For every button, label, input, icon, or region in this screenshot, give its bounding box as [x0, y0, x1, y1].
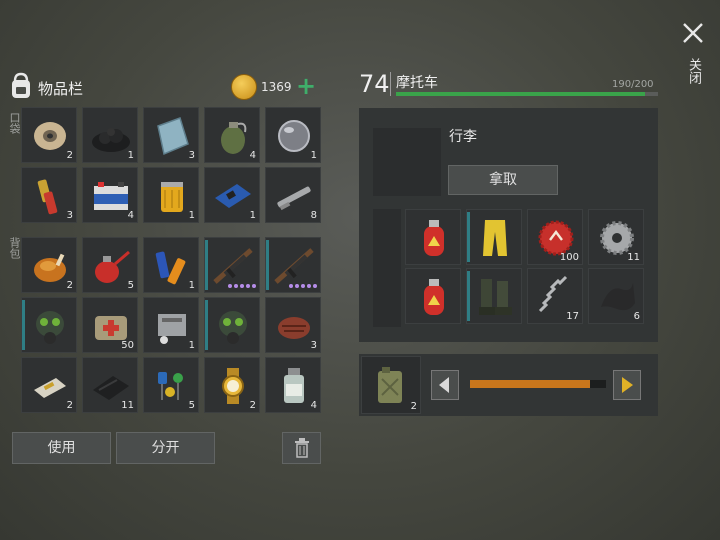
- wire-spool-icon: [34, 122, 66, 150]
- gas-canister-icon: [424, 279, 444, 315]
- vehicle-name: 摩托车: [396, 75, 438, 91]
- split-button[interactable]: 分开: [116, 432, 215, 464]
- aa-batteries-icon: [155, 251, 186, 285]
- soap-bar-icon: [34, 378, 66, 398]
- discard-button[interactable]: [282, 432, 321, 464]
- metal-sheet-icon: [157, 117, 189, 156]
- gas-canister-icon: [424, 220, 444, 256]
- pocket-slot-grenade[interactable]: 4: [204, 107, 260, 163]
- gold-watch-icon: [222, 368, 244, 404]
- lens-icon: [278, 120, 310, 152]
- pocket-slot-lens[interactable]: 1: [265, 107, 321, 163]
- circuit-board-icon: [215, 184, 251, 208]
- luggage-slot-gear[interactable]: 11: [588, 209, 644, 265]
- bag-slot-soap[interactable]: 2: [21, 357, 77, 413]
- upgrade-dots: [289, 284, 317, 288]
- bag-slot-watch[interactable]: 2: [204, 357, 260, 413]
- luggage-side-strip: [373, 209, 401, 327]
- luggage-preview: [373, 128, 441, 196]
- bag-slot-gas-mask-2[interactable]: [204, 297, 260, 353]
- luggage-slot-spring[interactable]: 17: [527, 268, 583, 324]
- bag-slot-roast-chicken[interactable]: 2: [21, 237, 77, 293]
- coin-count: 1369: [261, 80, 292, 94]
- bag-slot-gas-mask-1[interactable]: [21, 297, 77, 353]
- add-coins-button[interactable]: +: [296, 72, 316, 100]
- pocket-label: 口袋: [8, 112, 21, 134]
- trash-icon: [294, 438, 309, 458]
- slider-decrease-button[interactable]: [431, 370, 459, 400]
- medicine-bottle-icon: [284, 368, 304, 403]
- rubber-boots-icon: [479, 279, 512, 315]
- luggage-slot-boots[interactable]: [466, 268, 522, 324]
- pocket-slot-shotgun-shells[interactable]: 3: [21, 167, 77, 223]
- car-battery-icon: [94, 182, 128, 210]
- bag-slot-medkit[interactable]: 50: [82, 297, 138, 353]
- oil-filter-icon: [161, 182, 183, 212]
- arrow-left-icon: [439, 377, 449, 393]
- fuel-slider-track[interactable]: [470, 380, 606, 388]
- pocket-slot-coal[interactable]: 1: [82, 107, 138, 163]
- yellow-pants-icon: [483, 220, 507, 256]
- pocket-slot-pipe[interactable]: 8: [265, 167, 321, 223]
- gas-mask-icon: [219, 311, 247, 344]
- fuel-slider-fill: [470, 380, 590, 388]
- use-button[interactable]: 使用: [12, 432, 111, 464]
- shells-icon: [37, 179, 58, 215]
- gas-mask-icon: [36, 311, 64, 344]
- jerry-can-icon: [378, 367, 402, 403]
- pipe-icon: [277, 186, 311, 211]
- vehicle-capacity: 190/200: [612, 79, 654, 90]
- bag-slot-rifle-1[interactable]: [204, 237, 260, 293]
- grenade-icon: [221, 122, 247, 154]
- electronic-components-icon: [158, 372, 183, 400]
- upgrade-dots: [228, 284, 256, 288]
- pocket-slot-battery[interactable]: 4: [82, 167, 138, 223]
- coin-icon: [231, 74, 257, 100]
- capacity-bar-fill: [396, 92, 645, 96]
- bag-slot-batteries[interactable]: 1: [143, 237, 199, 293]
- inventory-title: 物品栏: [38, 80, 84, 98]
- pocket-slot-wire-spool[interactable]: 2: [21, 107, 77, 163]
- assault-rifle-icon: [213, 248, 253, 284]
- backpack-label: 背包: [8, 237, 21, 259]
- take-button[interactable]: 拿取: [448, 165, 558, 195]
- coal-pile-icon: [92, 128, 130, 152]
- level-divider: [390, 72, 391, 96]
- pocket-slot-circuit-board[interactable]: 1: [204, 167, 260, 223]
- pocket-slot-oil-filter[interactable]: 1: [143, 167, 199, 223]
- luggage-slot-yellow-pants[interactable]: [466, 209, 522, 265]
- roast-chicken-icon: [34, 253, 66, 282]
- capacity-bar-track: [396, 92, 658, 96]
- luggage-slot-gas-canister-1[interactable]: [405, 209, 461, 265]
- bag-slot-cloth[interactable]: 11: [82, 357, 138, 413]
- steak-icon: [278, 317, 310, 339]
- close-icon: [683, 23, 703, 43]
- assault-rifle-icon: [274, 248, 314, 284]
- bag-slot-engine-part[interactable]: 1: [143, 297, 199, 353]
- arrow-right-icon: [622, 377, 633, 393]
- bag-slot-medicine-bottle[interactable]: 4: [265, 357, 321, 413]
- bag-slot-rifle-2[interactable]: [265, 237, 321, 293]
- slider-increase-button[interactable]: [613, 370, 641, 400]
- pocket-slot-metal-sheet[interactable]: 3: [143, 107, 199, 163]
- luggage-slot-gas-canister-2[interactable]: [405, 268, 461, 324]
- close-label[interactable]: 关闭: [684, 58, 703, 84]
- bag-slot-electronic-parts[interactable]: 5: [143, 357, 199, 413]
- luggage-slot-bottle-caps[interactable]: 100: [527, 209, 583, 265]
- backpack-icon: [8, 72, 34, 100]
- rubber-sheet-icon: [601, 283, 635, 311]
- close-button[interactable]: [680, 20, 706, 46]
- oil-can-icon: [95, 250, 130, 283]
- fuel-slot-jerry-can[interactable]: 2: [361, 356, 421, 414]
- vehicle-level: 74: [359, 70, 390, 98]
- engine-part-icon: [158, 314, 186, 344]
- luggage-slot-rubber-sheet[interactable]: 6: [588, 268, 644, 324]
- bag-slot-steak[interactable]: 3: [265, 297, 321, 353]
- bag-slot-oil-can[interactable]: 5: [82, 237, 138, 293]
- luggage-title: 行李: [449, 129, 477, 145]
